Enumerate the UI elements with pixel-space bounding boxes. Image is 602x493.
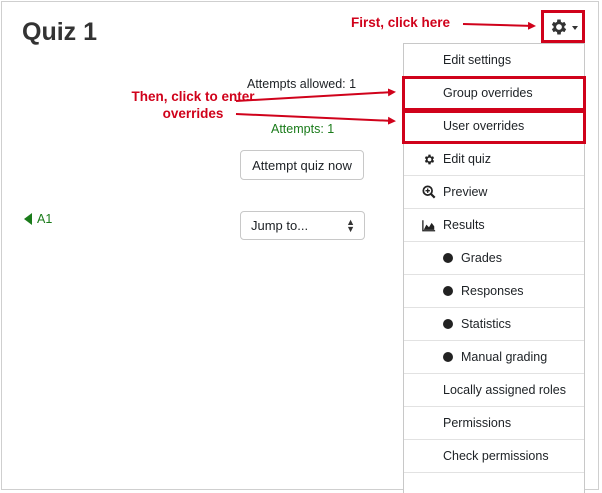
actions-dropdown-menu: Edit settings Group overrides User overr… — [403, 43, 585, 493]
attempt-quiz-button[interactable]: Attempt quiz now — [240, 150, 364, 180]
page-title: Quiz 1 — [22, 18, 98, 46]
gear-icon — [551, 19, 566, 34]
menu-item-grades[interactable]: Grades — [404, 242, 584, 275]
bullet-icon — [441, 317, 455, 331]
bullet-icon — [441, 251, 455, 265]
previous-activity-label: A1 — [37, 212, 53, 226]
menu-item-label: Preview — [443, 185, 488, 199]
bullet-icon — [441, 350, 455, 364]
menu-item-responses[interactable]: Responses — [404, 275, 584, 308]
annotation-then: Then, click to enter overrides — [108, 88, 278, 122]
bullet-icon — [441, 284, 455, 298]
select-arrows-icon: ▲ ▼ — [346, 216, 355, 234]
gear-icon — [422, 152, 436, 166]
annotation-then-line2: overrides — [162, 106, 224, 121]
menu-item-label: Results — [443, 218, 485, 232]
menu-item-label: Permissions — [443, 416, 512, 430]
annotation-then-line1: Then, click to enter — [131, 89, 255, 104]
menu-item-label: Group overrides — [443, 86, 533, 100]
menu-item-manual-grading[interactable]: Manual grading — [404, 341, 584, 374]
menu-item-permissions[interactable]: Permissions — [404, 407, 584, 440]
menu-item-edit-settings[interactable]: Edit settings — [404, 44, 584, 77]
magnify-plus-icon — [422, 185, 436, 199]
menu-item-label: Check permissions — [443, 449, 549, 463]
menu-item-label: Locally assigned roles — [443, 383, 566, 397]
jump-to-select[interactable]: Jump to... ▲ ▼ — [240, 211, 365, 240]
menu-item-label: User overrides — [443, 119, 525, 133]
menu-item-check-permissions[interactable]: Check permissions — [404, 440, 584, 473]
menu-item-group-overrides[interactable]: Group overrides — [404, 77, 584, 110]
menu-item-user-overrides[interactable]: User overrides — [404, 110, 584, 143]
menu-item-label: Edit settings — [443, 53, 512, 67]
menu-item-label: Edit quiz — [443, 152, 491, 166]
menu-item-preview[interactable]: Preview — [404, 176, 584, 209]
menu-item-edit-quiz[interactable]: Edit quiz — [404, 143, 584, 176]
chevron-down-icon — [571, 25, 578, 30]
menu-item-label: Responses — [461, 284, 524, 298]
annotation-first: First, click here — [351, 15, 451, 30]
jump-to-label: Jump to... — [251, 218, 309, 233]
attempts-count-text: Attempts: 1 — [271, 122, 335, 136]
actions-menu-button[interactable] — [541, 10, 585, 43]
area-chart-icon — [422, 218, 436, 232]
menu-item-label: Grades — [461, 251, 502, 265]
menu-item-label: Statistics — [461, 317, 512, 331]
menu-item-locally-assigned-roles[interactable]: Locally assigned roles — [404, 374, 584, 407]
triangle-left-icon — [24, 213, 32, 225]
previous-activity-link[interactable]: A1 — [24, 212, 52, 226]
menu-item-statistics[interactable]: Statistics — [404, 308, 584, 341]
menu-item-label: Manual grading — [461, 350, 548, 364]
menu-item-results[interactable]: Results — [404, 209, 584, 242]
